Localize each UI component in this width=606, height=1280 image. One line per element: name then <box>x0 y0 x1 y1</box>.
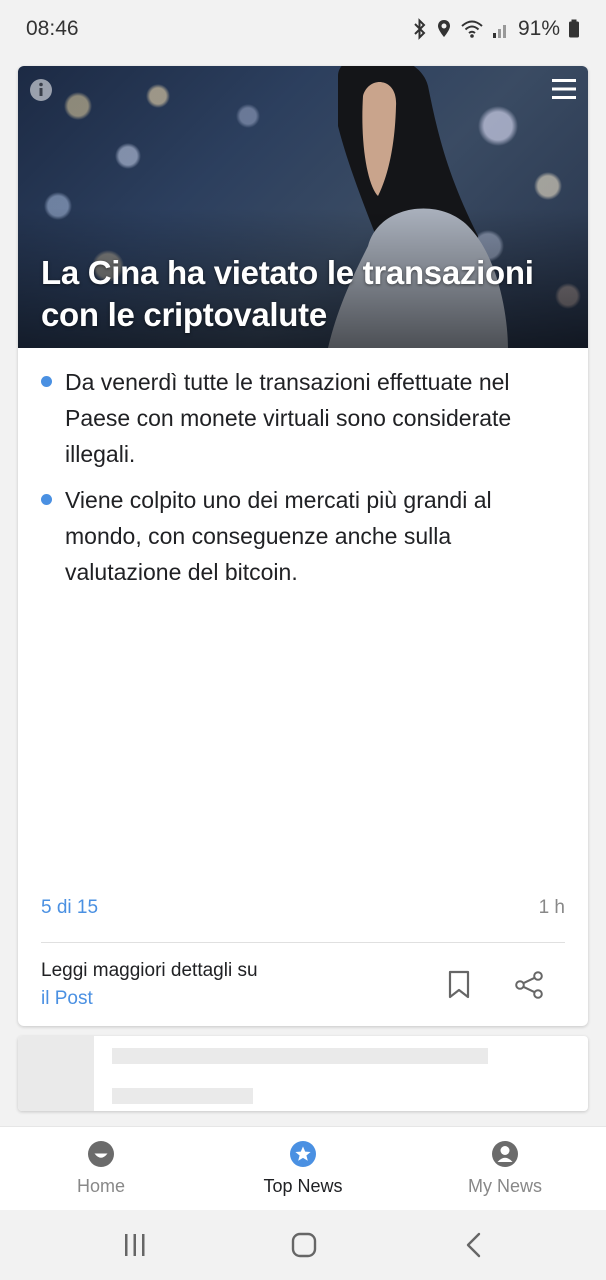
summary-text: Viene colpito uno dei mercati più grandi… <box>65 487 492 585</box>
smile-icon <box>88 1141 114 1167</box>
bullet-dot-icon <box>41 376 52 387</box>
nav-home[interactable]: Home <box>0 1127 202 1210</box>
home-button-icon[interactable] <box>291 1232 317 1258</box>
status-time: 08:46 <box>26 17 79 40</box>
bluetooth-icon <box>414 18 426 40</box>
news-card[interactable]: La Cina ha vietato le transazioni con le… <box>18 66 588 1026</box>
placeholder-thumbnail <box>18 1036 94 1111</box>
divider <box>41 942 565 943</box>
bookmark-icon[interactable] <box>446 970 472 1000</box>
nav-home-label: Home <box>76 1176 125 1196</box>
recent-apps-icon[interactable] <box>123 1232 147 1258</box>
system-nav-bar <box>0 1210 606 1280</box>
article-title[interactable]: La Cina ha vietato le transazioni con le… <box>41 252 571 336</box>
nav-my-news[interactable]: My News <box>404 1127 606 1210</box>
info-icon[interactable] <box>29 78 53 102</box>
list-item: Viene colpito uno dei mercati più grandi… <box>41 482 571 590</box>
article-summary-list: Da venerdì tutte le transazioni effettua… <box>41 364 571 600</box>
wifi-icon <box>461 20 483 38</box>
person-icon <box>492 1141 518 1167</box>
menu-icon[interactable] <box>550 76 578 102</box>
share-icon[interactable] <box>514 970 544 1000</box>
nav-top-news-label: Top News <box>263 1176 343 1196</box>
signal-icon <box>492 25 506 38</box>
battery-level: 91% <box>517 17 560 40</box>
placeholder-line <box>112 1088 253 1104</box>
list-item: Da venerdì tutte le transazioni effettua… <box>41 364 571 472</box>
loading-placeholder-card <box>18 1036 588 1111</box>
location-icon <box>437 20 450 37</box>
bottom-nav: Home Top News My News <box>0 1126 606 1210</box>
article-hero-image[interactable]: La Cina ha vietato le transazioni con le… <box>18 66 588 348</box>
source-label: Leggi maggiori dettagli su <box>41 960 258 981</box>
story-age: 1 h <box>538 897 565 918</box>
nav-top-news[interactable]: Top News <box>202 1127 404 1210</box>
story-counter: 5 di 15 <box>41 897 99 918</box>
battery-icon <box>569 19 579 38</box>
star-icon <box>290 1141 316 1167</box>
back-icon[interactable] <box>464 1232 484 1258</box>
bullet-dot-icon <box>41 494 52 505</box>
placeholder-line <box>112 1048 488 1064</box>
source-link[interactable]: il Post <box>41 988 93 1010</box>
nav-my-news-label: My News <box>467 1176 542 1196</box>
status-icons: 91% <box>412 17 580 41</box>
summary-text: Da venerdì tutte le transazioni effettua… <box>65 369 512 467</box>
status-bar: 08:46 91% <box>0 0 606 58</box>
